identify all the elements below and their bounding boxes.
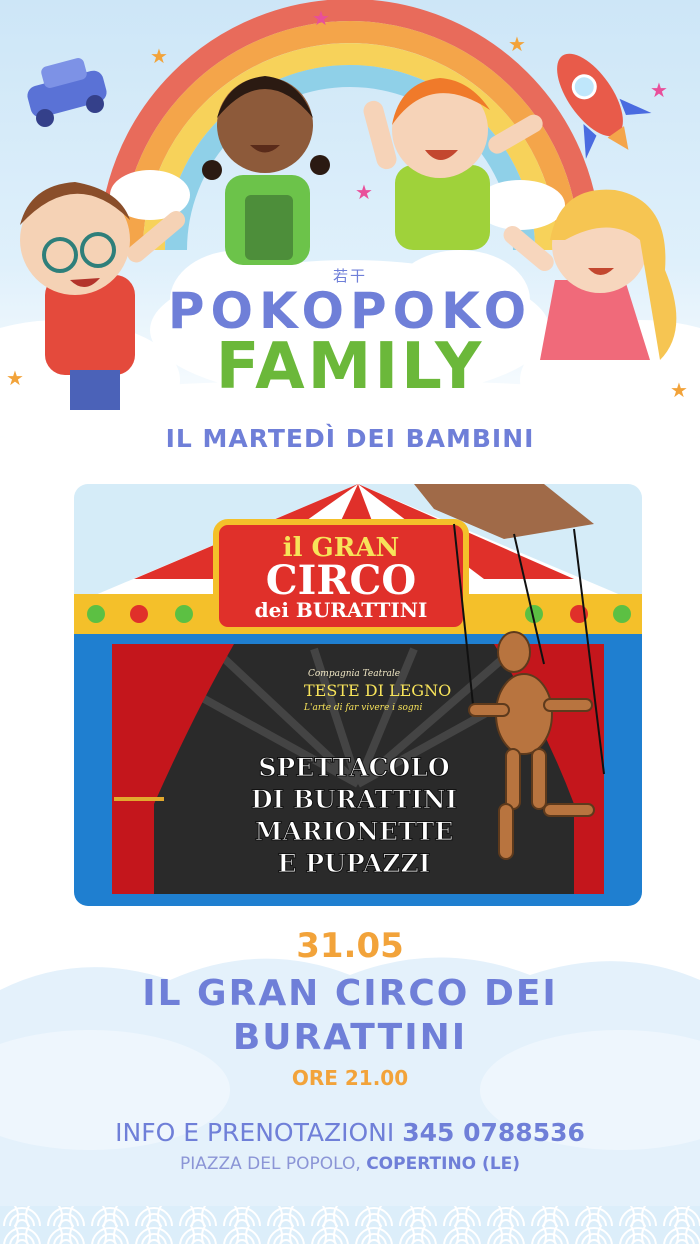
banner-line3: dei BURATTINI [255,598,428,622]
event-poster: il GRAN CIRCO dei BURATTINI Compagnia Te… [74,484,642,906]
header-illustration: ★ ★ ★ ★ ★ ★ ★ 若干 POKOPOKO FAMILY [0,0,700,440]
show-line: DI BURATTINI [251,785,457,814]
show-line: MARIONETTE [255,817,454,846]
wave-pattern-footer [0,1206,700,1244]
toy-car-icon [27,58,107,127]
company-name: TESTE DI LEGNO [304,681,451,700]
company-label: Compagnia Teatrale [308,669,400,679]
page-subtitle: IL MARTEDÌ DEI BAMBINI [165,424,535,453]
company-tagline: L'arte di far vivere i sogni [303,703,422,713]
star-icon: ★ [508,32,526,56]
address-city: COPERTINO (LE) [366,1154,521,1174]
phone-number[interactable]: 345 0788536 [402,1118,585,1147]
brand-subtitle: FAMILY [215,330,485,404]
event-time: ORE 21.00 [291,1066,409,1090]
info-label: INFO E PRENOTAZIONI [115,1118,395,1147]
show-line: E PUPAZZI [278,849,431,878]
info-line: INFO E PRENOTAZIONI 345 0788536 [0,1118,700,1147]
address-line: PIAZZA DEL POPOLO, COPERTINO (LE) [0,1154,700,1174]
show-line: SPETTACOLO [258,753,449,782]
star-icon: ★ [150,44,168,68]
star-icon: ★ [355,180,373,204]
event-title: IL GRAN CIRCO DEI BURATTINI [142,973,558,1058]
banner-line2: CIRCO [266,557,416,604]
circus-poster-illustration: il GRAN CIRCO dei BURATTINI Compagnia Te… [74,484,642,906]
event-date: 31.05 [296,926,404,966]
address-label: PIAZZA DEL POPOLO, [179,1154,361,1174]
star-icon: ★ [312,6,330,30]
star-icon: ★ [650,78,668,102]
